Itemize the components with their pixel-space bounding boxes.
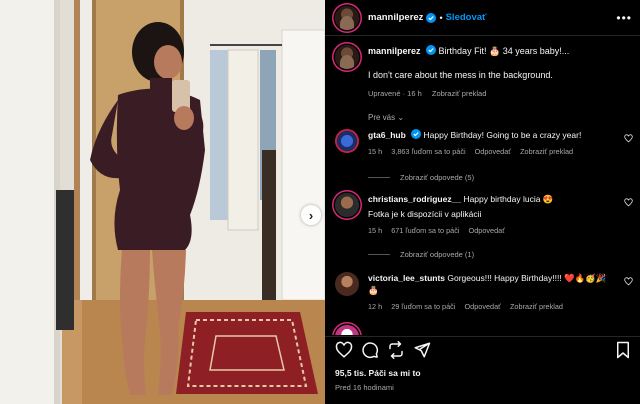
reply-button[interactable]: Odpovedať xyxy=(469,226,505,235)
caption-username[interactable]: mannilperez xyxy=(368,46,421,56)
comment: gta6_hub Happy Birthday! Going to be a c… xyxy=(335,129,635,156)
comment: christians_rodriguez__ Happy birthday lu… xyxy=(335,193,635,235)
comment-subtext: Fotka je k dispozícii v aplikácii xyxy=(368,209,482,219)
reply-button[interactable]: Odpovedať xyxy=(475,147,511,156)
view-replies-button[interactable]: Zobraziť odpovede (5) xyxy=(368,173,474,182)
comment-icon[interactable] xyxy=(361,341,379,359)
post-details-panel: mannilperez • Sledovať ••• mannilperez B… xyxy=(325,0,640,404)
heart-icon[interactable] xyxy=(335,341,353,359)
comment-username[interactable]: christians_rodriguez__ xyxy=(368,194,461,204)
avatar[interactable] xyxy=(335,325,359,335)
reply-button[interactable]: Odpovedať xyxy=(464,302,500,311)
caption: mannilperez Birthday Fit! 🎂 34 years bab… xyxy=(335,45,633,98)
heart-icon[interactable] xyxy=(624,277,633,286)
comment-text-line: victoria_lee_stunts Gorgeous!!! Happy Bi… xyxy=(368,272,613,296)
caption-second-line: I don't care about the mess in the backg… xyxy=(368,70,553,80)
comment-meta: 12 h 29 ľuďom sa to páči Odpovedať Zobra… xyxy=(368,302,613,311)
comment-likes[interactable]: 671 ľuďom sa to páči xyxy=(391,226,459,235)
comment-time: 15 h xyxy=(368,226,383,235)
chevron-right-icon: › xyxy=(308,207,314,223)
caption-edited: Upravené · 16 h xyxy=(368,89,422,98)
comment-username[interactable]: gta6_hub xyxy=(368,130,406,140)
comment-text-line: christians_rodriguez__ Happy birthday lu… xyxy=(368,193,613,205)
bookmark-icon[interactable] xyxy=(614,341,632,359)
caption-text-line: mannilperez Birthday Fit! 🎂 34 years bab… xyxy=(368,45,633,58)
avatar[interactable] xyxy=(335,45,359,69)
comment-text: Happy Birthday! Going to be a crazy year… xyxy=(423,130,582,140)
translate-link[interactable]: Zobraziť preklad xyxy=(432,89,487,98)
avatar[interactable] xyxy=(335,272,359,296)
author-username[interactable]: mannilperez xyxy=(368,12,423,23)
translate-link[interactable]: Zobraziť preklad xyxy=(510,302,563,311)
heart-icon[interactable] xyxy=(624,134,633,143)
comment-username[interactable]: victoria_lee_stunts xyxy=(368,273,445,283)
comment-meta: 15 h 3,863 ľuďom sa to páči Odpovedať Zo… xyxy=(368,147,613,156)
send-icon[interactable] xyxy=(413,341,431,359)
likes-count[interactable]: 95,5 tis. Páči sa mi to xyxy=(335,368,421,378)
next-photo-button[interactable]: › xyxy=(301,205,321,225)
post-actions: 95,5 tis. Páči sa mi to Pred 16 hodinami xyxy=(325,336,640,404)
view-replies-button[interactable]: Zobraziť odpovede (1) xyxy=(368,250,474,259)
photo-scene xyxy=(0,0,325,404)
sort-dropdown[interactable]: Pre vás ⌄ xyxy=(368,113,404,122)
follow-button[interactable]: Sledovať xyxy=(446,12,487,23)
avatar[interactable] xyxy=(335,5,359,30)
action-icons xyxy=(335,341,431,359)
comment: victoria_lee_stunts Gorgeous!!! Happy Bi… xyxy=(335,272,635,311)
share-icon[interactable] xyxy=(387,341,405,359)
heart-icon[interactable] xyxy=(624,198,633,207)
avatar[interactable] xyxy=(335,193,359,217)
verified-icon xyxy=(426,45,437,55)
comment-text-line: gta6_hub Happy Birthday! Going to be a c… xyxy=(368,129,613,141)
comment-likes[interactable]: 29 ľuďom sa to páči xyxy=(391,302,455,311)
post-time: Pred 16 hodinami xyxy=(335,383,394,392)
post-header: mannilperez • Sledovať ••• xyxy=(325,0,640,36)
comment-time: 15 h xyxy=(368,147,383,156)
translate-link[interactable]: Zobraziť preklad xyxy=(520,147,573,156)
comment-text: Happy birthday lucia 😍 xyxy=(463,194,554,204)
comment-time: 12 h xyxy=(368,302,383,311)
more-icon[interactable]: ••• xyxy=(616,11,632,25)
avatar[interactable] xyxy=(335,129,359,153)
verified-icon xyxy=(411,129,422,139)
separator-dot: • xyxy=(439,12,443,23)
caption-meta: Upravené · 16 h Zobraziť preklad xyxy=(368,89,633,98)
comment-meta: 15 h 671 ľuďom sa to páči Odpovedať xyxy=(368,226,613,235)
caption-text: Birthday Fit! 🎂 34 years baby!... xyxy=(438,46,570,56)
comment xyxy=(335,325,635,335)
verified-icon xyxy=(426,12,437,23)
post-photo[interactable]: › xyxy=(0,0,325,404)
comment-likes[interactable]: 3,863 ľuďom sa to páči xyxy=(391,147,465,156)
comments-scroll[interactable]: mannilperez Birthday Fit! 🎂 34 years bab… xyxy=(325,37,640,335)
